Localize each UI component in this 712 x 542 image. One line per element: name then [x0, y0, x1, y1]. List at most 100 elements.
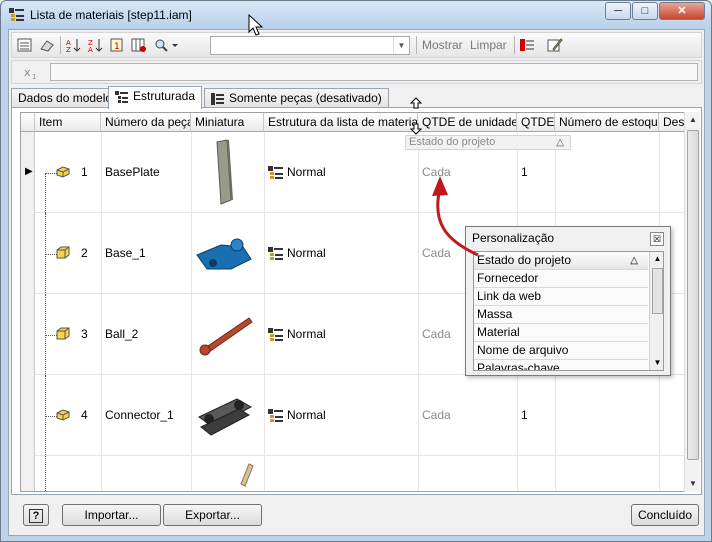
maximize-button[interactable]: □ [632, 2, 658, 20]
list-item[interactable]: Massa [474, 306, 648, 324]
row-selector[interactable]: ▶ [21, 132, 35, 213]
normal-structure-icon [268, 246, 283, 260]
chevron-down-icon[interactable]: ▼ [393, 37, 409, 54]
unit-qty[interactable]: Cada [418, 375, 451, 456]
tab-dados-do-modelo[interactable]: Dados do modelo [11, 88, 120, 108]
part-icon [56, 409, 70, 421]
item-number: 2 [81, 246, 88, 260]
tab-somente-pecas[interactable]: Somente peças (desativado) [204, 88, 389, 108]
header-thumbnail[interactable]: Miniatura [191, 113, 264, 132]
unit-qty[interactable]: Cada [418, 132, 451, 213]
list-item[interactable]: Fornecedor [474, 270, 648, 288]
title-bar[interactable]: Lista de materiais [step11.iam] ─ □ ✕ [1, 1, 711, 29]
column-chooser-icon[interactable] [130, 36, 148, 54]
mouse-cursor-icon [248, 14, 264, 36]
close-button[interactable]: ✕ [659, 2, 705, 20]
tree-line [45, 375, 46, 455]
row-selector[interactable] [21, 456, 35, 491]
limpar-button[interactable]: Limpar [470, 38, 507, 52]
bom-structure-cell[interactable]: Normal [264, 294, 326, 375]
import-button[interactable]: Importar... [62, 504, 161, 526]
svg-text:x: x [24, 66, 31, 79]
part-number[interactable]: Ball_2 [101, 294, 138, 375]
svg-text:A: A [88, 46, 93, 53]
tab-estruturada[interactable]: Estruturada [108, 86, 203, 109]
row-selector[interactable] [21, 213, 35, 294]
list-item[interactable]: Palavras-chave [474, 360, 648, 370]
part-number[interactable]: BasePlate [101, 132, 160, 213]
bom-view-icon[interactable] [16, 36, 34, 54]
header-stock-number[interactable]: Número de estoque [555, 113, 659, 132]
tab-label: Dados do modelo [18, 91, 113, 105]
table-row[interactable] [21, 456, 689, 491]
help-icon: ? [29, 509, 43, 523]
popup-title: Personalização [472, 231, 555, 245]
part-number[interactable]: Base_1 [101, 213, 146, 294]
toolbar-separator [514, 36, 515, 54]
scroll-thumb[interactable] [687, 130, 699, 460]
bom-structure-cell[interactable]: Normal [264, 213, 326, 294]
eraser-icon[interactable] [38, 36, 56, 54]
part-number[interactable]: Connector_1 [101, 375, 174, 456]
row-selector[interactable] [21, 375, 35, 456]
vertical-scrollbar[interactable]: ▲ ▼ [684, 112, 700, 492]
part-icon [56, 246, 70, 259]
thumbnail-connector [198, 398, 253, 436]
minimize-button[interactable]: ─ [605, 2, 631, 20]
find-dropdown-icon[interactable] [152, 36, 180, 54]
current-row-icon: ▶ [25, 166, 33, 177]
list-item[interactable]: Material [474, 324, 648, 342]
normal-structure-icon [268, 327, 283, 341]
header-item[interactable]: Item [35, 113, 101, 132]
export-table-icon[interactable] [518, 36, 536, 54]
qty[interactable]: 1 [517, 132, 528, 213]
table-row[interactable]: 4 Connector_1 Normal Cada 1 [21, 375, 689, 456]
scroll-thumb[interactable] [652, 268, 663, 314]
sort-descending-icon[interactable]: ZA [86, 36, 104, 54]
thumbnail-baseplate [216, 139, 233, 205]
bom-structure: Normal [287, 408, 326, 422]
edit-properties-icon[interactable] [546, 36, 564, 54]
popup-scrollbar[interactable]: ▲ ▼ [649, 252, 663, 370]
scroll-up-icon[interactable]: ▲ [685, 112, 701, 128]
renumber-icon[interactable]: 1 [108, 36, 126, 54]
export-button[interactable]: Exportar... [163, 504, 262, 526]
tree-line [45, 213, 46, 293]
header-bom-structure[interactable]: Estrutura da lista de materiais [264, 113, 418, 132]
dialog-buttons: ? Importar... Exportar... Concluído [11, 496, 702, 534]
part-icon [56, 166, 70, 178]
bom-structure-cell[interactable]: Normal [264, 132, 326, 213]
popup-close-button[interactable]: ☒ [650, 232, 664, 246]
list-item[interactable]: Nome de arquivo [474, 342, 648, 360]
unit-qty[interactable]: Cada [418, 294, 451, 375]
scroll-up-icon[interactable]: ▲ [650, 252, 663, 266]
unit-qty[interactable]: Cada [418, 213, 451, 294]
bom-structure-cell[interactable]: Normal [264, 375, 326, 456]
mostrar-button[interactable]: Mostrar [422, 38, 463, 52]
parts-only-icon [211, 92, 224, 105]
svg-text:1: 1 [32, 73, 36, 80]
header-qty[interactable]: QTDE [517, 113, 555, 132]
list-item[interactable]: Link da web [474, 288, 648, 306]
customization-list: Estado do projeto △ Fornecedor Link da w… [473, 251, 664, 371]
table-row[interactable]: ▶ 1 BasePlate Normal Cada 1 [21, 132, 689, 213]
row-selector[interactable] [21, 294, 35, 375]
qty[interactable]: 1 [517, 375, 528, 456]
bom-structure: Normal [287, 246, 326, 260]
thumbnail-ball [199, 317, 253, 356]
item-number: 3 [81, 327, 88, 341]
scroll-down-icon[interactable]: ▼ [685, 476, 701, 492]
scroll-down-icon[interactable]: ▼ [650, 356, 663, 370]
view-combo[interactable]: ▼ [210, 36, 410, 55]
window-title: Lista de materiais [step11.iam] [30, 8, 192, 22]
sort-ascending-icon[interactable]: AZ [64, 36, 82, 54]
formula-input[interactable] [50, 63, 698, 81]
header-unit-qty[interactable]: QTDE de unidades [418, 113, 517, 132]
help-button[interactable]: ? [23, 504, 49, 526]
header-part-number[interactable]: Número da peça [101, 113, 191, 132]
done-button[interactable]: Concluído [631, 504, 699, 526]
tree-line [45, 456, 46, 491]
customization-popup: Personalização ☒ Estado do projeto △ For… [465, 226, 671, 376]
list-item[interactable]: Estado do projeto △ [474, 252, 648, 270]
formula-icon[interactable]: x1 [22, 63, 40, 81]
